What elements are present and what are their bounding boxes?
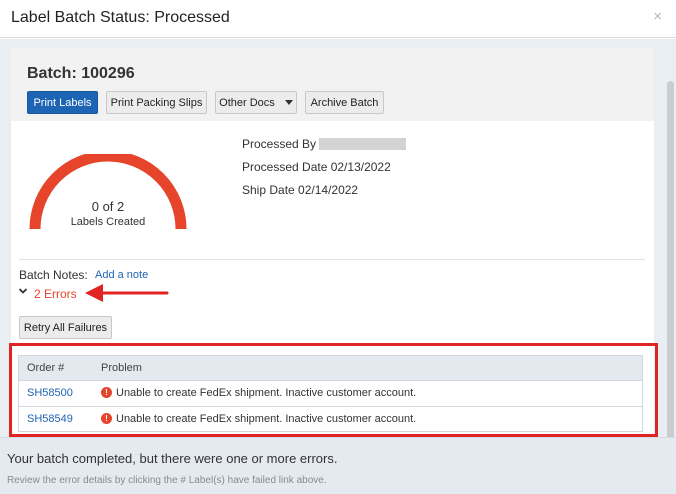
archive-batch-label: Archive Batch <box>310 96 379 109</box>
column-header-order: Order # <box>27 362 65 374</box>
redacted-name <box>319 138 407 150</box>
ship-date: Ship Date 02/14/2022 <box>242 183 359 197</box>
add-note-link[interactable]: Add a note <box>95 269 148 281</box>
modal-body: Batch: 100296 Print Labels Print Packing… <box>0 39 676 473</box>
column-header-problem: Problem <box>101 362 142 374</box>
order-link[interactable]: SH58549 <box>27 413 73 425</box>
print-labels-button[interactable]: Print Labels <box>27 91 98 114</box>
problem-text: Unable to create FedEx shipment. Inactiv… <box>116 387 417 399</box>
processed-date: Processed Date 02/13/2022 <box>242 160 391 174</box>
annotation-arrow-icon <box>85 284 169 302</box>
caret-down-icon <box>284 100 293 105</box>
batch-card: Batch: 100296 Print Labels Print Packing… <box>9 48 658 437</box>
batch-header: Batch: 100296 Print Labels Print Packing… <box>11 48 654 121</box>
status-footer: Your batch completed, but there were one… <box>0 437 676 494</box>
batch-notes-label: Batch Notes: <box>19 268 88 282</box>
print-labels-label: Print Labels <box>33 96 92 109</box>
error-icon: ! <box>101 387 112 398</box>
errors-toggle-link[interactable]: 2 Errors <box>34 287 77 301</box>
gauge-label: Labels Created <box>70 216 146 228</box>
batch-title: Batch: 100296 <box>27 65 135 82</box>
footer-message: Your batch completed, but there were one… <box>7 451 338 466</box>
processed-by-label: Processed By <box>242 137 317 151</box>
print-packing-slips-label: Print Packing Slips <box>110 96 203 109</box>
table-row: SH58549 ! Unable to create FedEx shipmen… <box>19 406 642 431</box>
table-row: SH58500 ! Unable to create FedEx shipmen… <box>19 381 642 406</box>
error-icon: ! <box>101 413 112 424</box>
other-docs-dropdown[interactable]: Other Docs <box>215 91 297 114</box>
problem-text: Unable to create FedEx shipment. Inactiv… <box>116 413 417 425</box>
divider <box>19 259 645 260</box>
other-docs-label: Other Docs <box>219 96 275 109</box>
scrollbar[interactable] <box>667 81 674 473</box>
gauge-count: 0 of 2 <box>91 199 125 214</box>
order-link[interactable]: SH58500 <box>27 387 73 399</box>
processed-by: Processed By <box>242 137 407 151</box>
chevron-down-icon[interactable] <box>18 286 28 296</box>
archive-batch-button[interactable]: Archive Batch <box>305 91 384 114</box>
retry-all-failures-label: Retry All Failures <box>23 321 108 334</box>
errors-table: Order # Problem SH58500 ! Unable to crea… <box>18 355 643 432</box>
footer-hint: Review the error details by clicking the… <box>7 475 327 486</box>
table-header-row: Order # Problem <box>19 356 642 381</box>
close-icon[interactable]: × <box>653 8 662 25</box>
retry-all-failures-button[interactable]: Retry All Failures <box>19 316 112 339</box>
modal-header: Label Batch Status: Processed × <box>0 0 676 38</box>
modal-title: Label Batch Status: Processed <box>11 9 230 26</box>
print-packing-slips-button[interactable]: Print Packing Slips <box>106 91 207 114</box>
